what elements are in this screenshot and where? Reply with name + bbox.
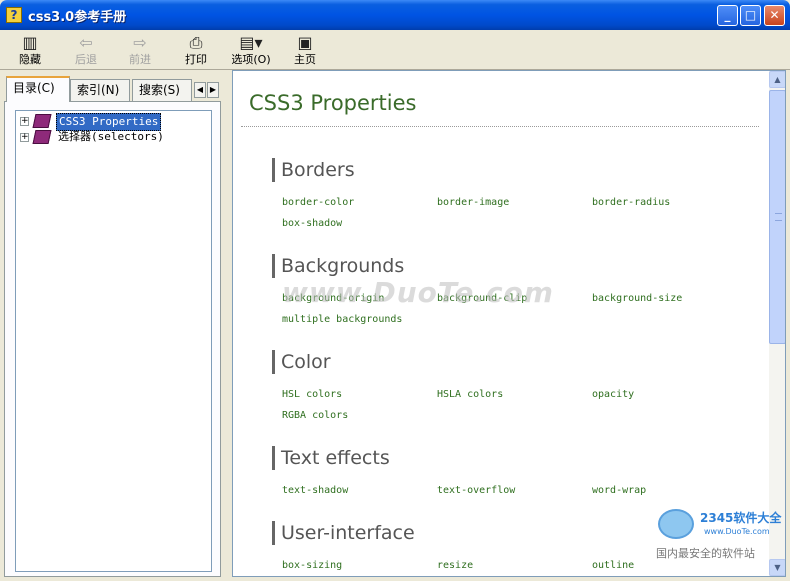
window-title: css3.0参考手册 (28, 10, 127, 25)
watermark-text: www.DuoTe.com (282, 276, 554, 309)
content-pane: CSS3 Properties Borders border-color bor… (232, 70, 786, 577)
tab-search[interactable]: 搜索(S) (132, 79, 192, 101)
nav-tabs: 目录(C) 索引(N) 搜索(S) ◀ ▶ (4, 76, 221, 102)
site-badge: 2345软件大全 www.DuoTe.com 国内最安全的软件站 (652, 505, 786, 563)
pane-splitter[interactable] (224, 70, 232, 581)
link-multiple-backgrounds[interactable]: multiple backgrounds (282, 314, 402, 325)
section-heading-text-effects: Text effects (272, 446, 390, 470)
home-label: 主页 (294, 53, 316, 66)
book-icon (32, 130, 52, 144)
link-border-color[interactable]: border-color (282, 197, 354, 208)
hide-pane-icon: ▥ (22, 33, 38, 52)
badge-title: 2345软件大全 (700, 511, 782, 525)
printer-icon: ⎙ (189, 33, 203, 52)
link-box-sizing[interactable]: box-sizing (282, 560, 342, 571)
maximize-button[interactable]: □ (740, 5, 761, 26)
forward-arrow-icon: ⇨ (133, 33, 147, 52)
link-border-radius[interactable]: border-radius (592, 197, 670, 208)
navigation-pane: 目录(C) 索引(N) 搜索(S) ◀ ▶ + CSS3 Properties … (4, 76, 221, 577)
contents-tree[interactable]: + CSS3 Properties + 选择器(selectors) (15, 110, 212, 572)
tree-item-css3-properties[interactable]: + CSS3 Properties (20, 113, 210, 131)
link-text-overflow[interactable]: text-overflow (437, 485, 515, 496)
back-label: 后退 (75, 53, 97, 66)
link-background-size[interactable]: background-size (592, 293, 682, 304)
expand-icon[interactable]: + (20, 117, 29, 126)
back-arrow-icon: ⇦ (79, 33, 93, 52)
link-opacity[interactable]: opacity (592, 389, 634, 400)
title-divider (241, 126, 759, 127)
print-button[interactable]: ⎙ 打印 (172, 33, 220, 69)
section-heading-user-interface: User-interface (272, 521, 415, 545)
link-border-image[interactable]: border-image (437, 197, 509, 208)
grip-icon (775, 213, 782, 221)
link-hsla-colors[interactable]: HSLA colors (437, 389, 503, 400)
page-title: CSS3 Properties (249, 91, 417, 115)
link-word-wrap[interactable]: word-wrap (592, 485, 646, 496)
link-rgba-colors[interactable]: RGBA colors (282, 410, 348, 421)
forward-button[interactable]: ⇨ 前进 (116, 33, 164, 69)
link-outline[interactable]: outline (592, 560, 634, 571)
help-file-icon: ? (6, 7, 22, 23)
link-text-shadow[interactable]: text-shadow (282, 485, 348, 496)
options-button[interactable]: ▤▾ 选项(O) (226, 33, 276, 69)
badge-url: www.DuoTe.com (704, 527, 770, 536)
vertical-scrollbar[interactable]: ▲ ▼ (769, 71, 785, 576)
hide-button[interactable]: ▥ 隐藏 (6, 33, 54, 69)
scroll-thumb[interactable] (769, 90, 785, 344)
badge-slogan: 国内最安全的软件站 (656, 547, 755, 560)
tab-index[interactable]: 索引(N) (70, 79, 130, 101)
back-button[interactable]: ⇦ 后退 (62, 33, 110, 69)
link-hsl-colors[interactable]: HSL colors (282, 389, 342, 400)
home-button[interactable]: ▣ 主页 (281, 33, 329, 69)
options-label: 选项(O) (231, 53, 271, 66)
section-heading-borders: Borders (272, 158, 355, 182)
scroll-up-icon[interactable]: ▲ (769, 71, 785, 88)
link-box-shadow[interactable]: box-shadow (282, 218, 342, 229)
book-icon (32, 114, 52, 128)
section-heading-color: Color (272, 350, 331, 374)
tree-item-label: 选择器(selectors) (58, 130, 164, 143)
minimize-button[interactable]: _ (717, 5, 738, 26)
expand-icon[interactable]: + (20, 133, 29, 142)
tab-scroll-left-icon[interactable]: ◀ (194, 82, 206, 98)
toolbar: ▥ 隐藏 ⇦ 后退 ⇨ 前进 ⎙ 打印 ▤▾ 选项(O) ▣ 主页 (0, 30, 790, 70)
section-heading-backgrounds: Backgrounds (272, 254, 404, 278)
hide-label: 隐藏 (19, 53, 41, 66)
title-bar[interactable]: ? css3.0参考手册 _ □ ✕ (0, 0, 790, 30)
close-button[interactable]: ✕ (764, 5, 785, 26)
tree-item-selectors[interactable]: + 选择器(selectors) (20, 129, 210, 145)
tab-scroll-right-icon[interactable]: ▶ (207, 82, 219, 98)
options-icon: ▤▾ (239, 33, 263, 52)
contents-panel: + CSS3 Properties + 选择器(selectors) (4, 101, 221, 577)
print-label: 打印 (185, 53, 207, 66)
tab-contents[interactable]: 目录(C) (6, 76, 70, 102)
mascot-icon (658, 509, 694, 539)
forward-label: 前进 (129, 53, 151, 66)
home-page-icon: ▣ (297, 33, 313, 52)
link-resize[interactable]: resize (437, 560, 473, 571)
